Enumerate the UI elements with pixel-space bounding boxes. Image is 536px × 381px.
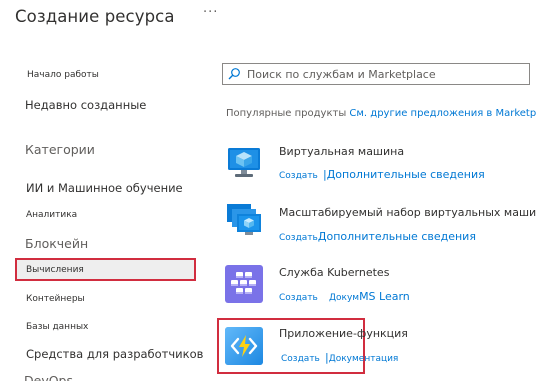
create-function-app-link[interactable]: Создать — [281, 354, 320, 364]
learn-more-vm-link[interactable]: Дополнительные сведения — [327, 168, 485, 181]
nav-item-analytics[interactable]: Аналитика — [26, 210, 77, 220]
docs-function-app-link[interactable]: Документация — [329, 354, 399, 364]
more-options-button[interactable]: ··· — [203, 5, 218, 20]
see-more-marketplace-link[interactable]: См. другие предложения в Marketplace — [349, 108, 536, 119]
ms-learn-kubernetes-link[interactable]: MS Learn — [359, 290, 410, 303]
create-vmss-link[interactable]: Создать — [279, 233, 318, 243]
nav-item-developer-tools[interactable]: Средства для разработчиков — [26, 347, 203, 361]
product-links-kubernetes: Создать ДокумMS Learn — [279, 285, 410, 304]
nav-item-devops[interactable]: DevOps — [24, 373, 73, 381]
product-links-vmss: СоздатьДополнительные сведения — [279, 225, 476, 244]
create-kubernetes-link[interactable]: Создать — [279, 293, 318, 303]
popular-products-heading: Популярные продукты См. другие предложен… — [226, 108, 536, 119]
product-title-vmss[interactable]: Масштабируемый набор виртуальных машин — [279, 206, 536, 219]
product-title-vm[interactable]: Виртуальная машина — [279, 145, 404, 158]
nav-item-ai-ml[interactable]: ИИ и Машинное обучение — [26, 181, 183, 195]
nav-item-blockchain[interactable]: Блокчейн — [25, 236, 88, 251]
product-title-kubernetes[interactable]: Служба Kubernetes — [279, 266, 389, 279]
search-box[interactable] — [222, 63, 530, 85]
search-icon — [228, 68, 240, 80]
product-links-vm: Создать |Дополнительные сведения — [279, 163, 485, 182]
kubernetes-icon — [223, 263, 265, 305]
categories-heading: Категории — [25, 142, 95, 157]
popular-products-label: Популярные продукты — [226, 108, 347, 119]
nav-item-containers[interactable]: Контейнеры — [26, 294, 85, 304]
page-title: Создание ресурса — [15, 7, 175, 26]
vm-scale-set-icon — [223, 199, 265, 241]
nav-item-databases[interactable]: Базы данных — [26, 322, 88, 332]
function-app-icon — [223, 325, 265, 367]
nav-item-get-started[interactable]: Начало работы — [27, 70, 99, 80]
virtual-machine-icon — [223, 142, 265, 184]
docs-kubernetes-link[interactable]: Докум — [329, 293, 359, 303]
learn-more-vmss-link[interactable]: Дополнительные сведения — [318, 230, 476, 243]
nav-item-compute[interactable]: Вычисления — [26, 265, 84, 275]
product-links-function-app: Создать |Документация — [281, 346, 398, 365]
nav-item-recently-created[interactable]: Недавно созданные — [25, 98, 146, 112]
search-input[interactable] — [247, 65, 529, 83]
create-vm-link[interactable]: Создать — [279, 171, 318, 181]
product-title-function-app[interactable]: Приложение-функция — [279, 327, 408, 340]
